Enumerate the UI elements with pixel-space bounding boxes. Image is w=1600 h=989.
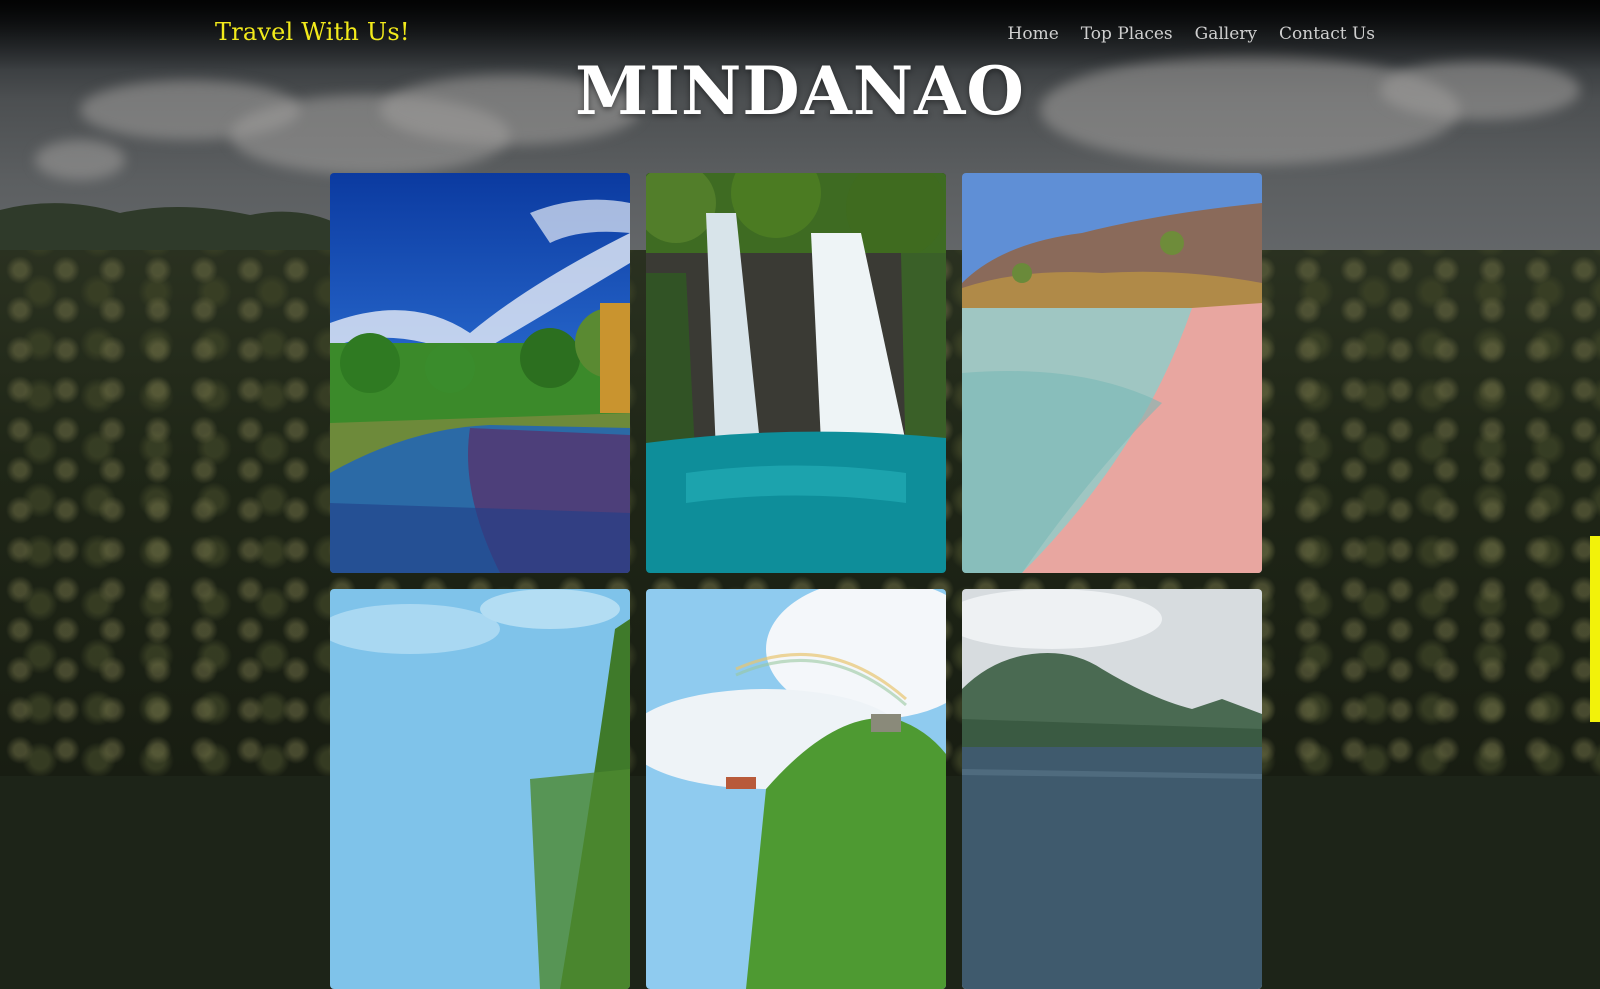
- gallery-photo-waterfall[interactable]: [646, 173, 946, 573]
- pink-beach-image: [962, 173, 1262, 573]
- nav-contact-us[interactable]: Contact Us: [1279, 24, 1375, 44]
- photo-gallery: [330, 173, 1262, 989]
- gallery-photo-volcano-lake[interactable]: [962, 589, 1262, 989]
- nav-top-places[interactable]: Top Places: [1081, 24, 1173, 44]
- scrollbar-thumb[interactable]: [1590, 536, 1600, 722]
- main-nav: Home Top Places Gallery Contact Us: [1008, 24, 1375, 44]
- brand-logo[interactable]: Travel With Us!: [215, 18, 410, 46]
- nav-gallery[interactable]: Gallery: [1195, 24, 1257, 44]
- rainbow-mountain-image: [646, 589, 946, 989]
- page-title: MINDANAO: [575, 52, 1025, 130]
- park-walkway-image: [330, 173, 630, 573]
- cloud: [35, 140, 125, 180]
- waterfall-image: [646, 173, 946, 573]
- gallery-photo-pink-beach[interactable]: [962, 173, 1262, 573]
- gallery-photo-park-walkway[interactable]: [330, 173, 630, 573]
- nav-home[interactable]: Home: [1008, 24, 1059, 44]
- gallery-photo-rainbow-mountain[interactable]: [646, 589, 946, 989]
- volcano-lake-image: [962, 589, 1262, 989]
- tropical-shore-image: [330, 589, 630, 989]
- gallery-photo-tropical-shore[interactable]: [330, 589, 630, 989]
